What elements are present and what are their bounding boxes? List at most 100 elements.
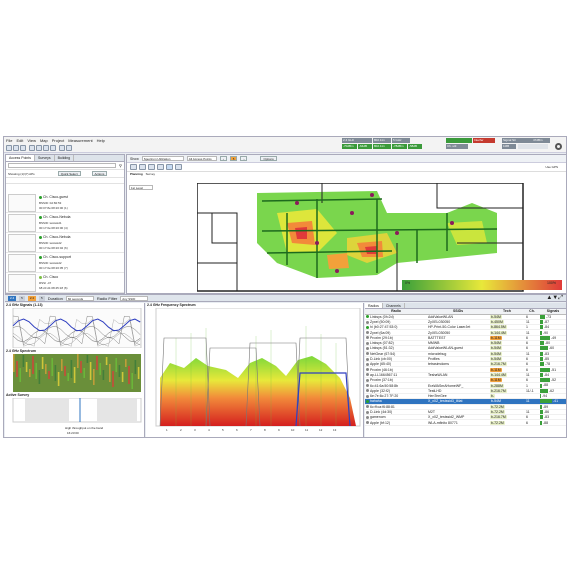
waterfall-cell <box>128 366 130 384</box>
zoom-fit-icon[interactable] <box>50 145 56 151</box>
ap-bssid: BSSID: testssid2 <box>39 261 62 265</box>
app-window: File Edit View Map Project Measurement H… <box>3 136 567 438</box>
radio-filter-select[interactable]: Any SSID <box>120 295 149 301</box>
ap-mac: b8:c0:d1:08:45:18 (6) <box>39 286 68 290</box>
ap-list-item[interactable]: Ch. Cisco-Nebula BSSID: testssid2 00:17:0e… <box>6 233 124 253</box>
signal-bar <box>540 341 544 345</box>
floor-plan-heatmap[interactable] <box>197 183 563 293</box>
level-value[interactable]: 5 <box>229 156 238 161</box>
radio-status-icon <box>366 320 369 324</box>
survey-note: High throughput on the band <box>65 426 104 430</box>
show-select[interactable]: Spectrum Utilization <box>141 156 184 161</box>
map-tools: Use GPS <box>127 163 566 172</box>
use-gps-checkbox[interactable]: Use GPS <box>545 165 558 169</box>
redo-icon[interactable] <box>66 145 72 151</box>
waterfall-cell <box>48 371 50 379</box>
tab-surveys[interactable]: Surveys <box>35 155 55 161</box>
tab-building[interactable]: Building <box>55 155 75 161</box>
ap-list-item[interactable]: Ch. Cisco-guest BSSID: 0d:82:53 00:07:8e:0… <box>6 193 124 213</box>
status-util-bar <box>446 138 472 143</box>
waterfall-cell <box>16 361 18 377</box>
signals-chart <box>12 307 142 349</box>
waterfall-cell <box>32 356 34 374</box>
menu-file[interactable]: File <box>6 138 12 143</box>
collapse-arrows-icon[interactable]: ▲▼⤢ <box>546 295 563 302</box>
open-icon[interactable] <box>13 145 19 151</box>
signal-bar <box>540 319 543 324</box>
menu-edit[interactable]: Edit <box>16 138 23 143</box>
svg-text:11: 11 <box>305 428 308 432</box>
floor-select[interactable]: 1st Level <box>129 185 153 190</box>
search-icon[interactable]: ⚲ <box>119 163 122 168</box>
new-project-icon[interactable] <box>6 145 12 151</box>
waterfall-cell <box>83 368 85 378</box>
quick-select-button[interactable]: Quick Select <box>57 171 81 176</box>
options-button[interactable]: Options <box>260 156 277 161</box>
waterfall-cell <box>89 362 92 380</box>
menu-help[interactable]: Help <box>97 138 105 143</box>
ap-list-item[interactable]: Ch. Cisco-Nebula BSSID: testssid1 00:17:0e… <box>6 213 124 233</box>
heatmap-tool-icon[interactable] <box>166 164 173 170</box>
save-icon[interactable] <box>20 145 26 151</box>
waterfall-cell <box>45 364 47 374</box>
svg-text:7: 7 <box>250 428 252 432</box>
zoom-in-icon[interactable] <box>36 145 42 151</box>
level-down-button[interactable]: ‹ <box>219 156 227 161</box>
signal-bar <box>540 399 552 403</box>
ap-mac: 00:17:0e:08:20:02 (6) <box>39 246 68 250</box>
ap-list-item[interactable]: Ch. Cisco-support BSSID: testssid2 00:17:0… <box>6 253 124 273</box>
ap-status-icon <box>39 215 42 219</box>
tab-survey[interactable]: Survey <box>146 172 155 178</box>
level-up-button[interactable]: › <box>240 156 248 161</box>
globe-icon[interactable] <box>175 164 182 170</box>
status-bar-fill <box>518 144 548 149</box>
waterfall-cell <box>61 359 63 371</box>
duration-select[interactable]: 60 seconds <box>65 295 94 301</box>
waterfall-cell <box>137 367 140 379</box>
spectrum-5-toggle[interactable]: 5 <box>39 295 45 301</box>
search-input[interactable] <box>8 163 116 168</box>
waterfall-cell <box>115 358 117 372</box>
waterfall-cell <box>109 364 111 382</box>
survey-tool-icon[interactable] <box>148 164 155 170</box>
signal-bar <box>540 362 544 366</box>
tab-radios[interactable]: Radios <box>365 303 383 308</box>
measure-tool-icon[interactable] <box>157 164 164 170</box>
survey-timeline <box>12 397 142 423</box>
band-5-toggle[interactable]: 5 <box>19 295 25 301</box>
status-std-5: 802.11n <box>373 144 391 149</box>
waterfall-cell <box>125 359 127 367</box>
spectrum-24-toggle[interactable]: 2.4 <box>27 295 37 301</box>
waterfall-cell <box>80 361 82 373</box>
radio-filter-label: Radio Filter <box>96 295 118 301</box>
actions-button[interactable]: Actions <box>91 171 108 176</box>
menu-view[interactable]: View <box>27 138 36 143</box>
menu-map[interactable]: Map <box>40 138 48 143</box>
svg-text:5: 5 <box>222 428 224 432</box>
gear-icon[interactable] <box>555 143 562 150</box>
ap-filter-select[interactable]: All Access Points <box>186 156 217 161</box>
tab-planning[interactable]: Planning <box>130 172 143 178</box>
status-snr-5: -58dB <box>408 144 422 149</box>
waterfall-cell <box>35 363 37 379</box>
menu-project[interactable]: Project <box>52 138 64 143</box>
tab-access-points[interactable]: Access Points <box>6 155 35 161</box>
svg-text:13: 13 <box>333 428 337 432</box>
ap-list-item[interactable]: Ch. Cisco RSSI -47 b8:c0:d1:08:45:18 (6) <box>6 273 124 293</box>
tab-channels[interactable]: Channels <box>383 303 405 308</box>
waterfall-cell <box>134 360 137 374</box>
signals-panel: 2.4 GHz Signals (1-13) 2.4 GHz Spectrum … <box>5 303 145 437</box>
table-row[interactable]: Apple (bf:12) WLA-mfinito 80771 b-72.2M 6 -… <box>365 419 566 426</box>
radio-status-icon <box>366 384 369 388</box>
menu-measurement[interactable]: Measurement <box>68 138 92 143</box>
undo-icon[interactable] <box>59 145 65 151</box>
cursor-tool-icon[interactable] <box>130 164 137 170</box>
svg-text:9: 9 <box>278 428 280 432</box>
ap-status-icon <box>39 255 42 259</box>
channel-cell: 6 <box>525 419 539 426</box>
waterfall-cell <box>96 356 98 370</box>
band-24-toggle[interactable]: 2.4 <box>8 295 17 301</box>
select-tool-icon[interactable] <box>29 145 35 151</box>
zoom-out-icon[interactable] <box>43 145 49 151</box>
ap-tool-icon[interactable] <box>139 164 146 170</box>
